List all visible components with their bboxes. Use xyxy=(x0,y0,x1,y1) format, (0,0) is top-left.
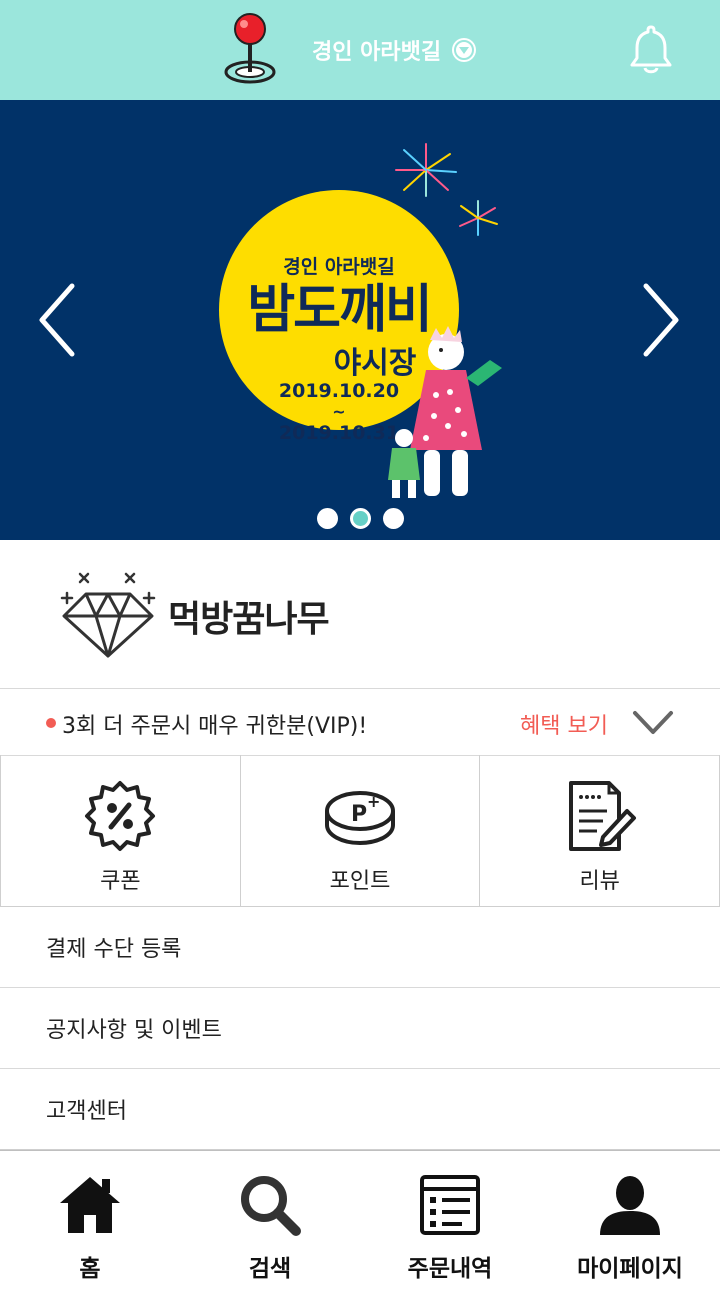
nav-orders-label: 주문내역 xyxy=(407,1256,493,1282)
poster-subtitle: 경인 아라뱃길 xyxy=(283,256,395,278)
vip-banner: 3회 더 주문시 매우 귀한분(VIP)! 혜택 보기 xyxy=(0,688,720,756)
brand-name: 먹방꿈나무 xyxy=(168,599,330,640)
carousel-dot-3[interactable] xyxy=(382,508,404,529)
dropdown-icon[interactable] xyxy=(451,37,477,63)
nav-orders[interactable]: 주문내역 xyxy=(360,1151,540,1300)
carousel-dot-2[interactable] xyxy=(349,508,371,529)
point-button[interactable]: P + 포인트 xyxy=(239,755,480,906)
bullet-dot-icon xyxy=(46,718,56,728)
chevron-down-icon[interactable] xyxy=(632,710,674,736)
diamond-icon xyxy=(60,572,156,658)
menu-item-notice[interactable]: 공지사항 및 이벤트 xyxy=(0,988,720,1069)
nav-search[interactable]: 검색 xyxy=(180,1151,360,1300)
order-list-icon xyxy=(420,1175,480,1235)
event-banner[interactable]: 경인 아라뱃길 밤도깨비 야시장 2019.10.20 ~ 2019.10.31 xyxy=(0,100,720,540)
brand-section: 먹방꿈나무 xyxy=(0,540,720,688)
location-name[interactable]: 경인 아라뱃길 xyxy=(312,34,441,66)
menu-list: 결제 수단 등록 공지사항 및 이벤트 고객센터 xyxy=(0,907,720,1150)
nav-home[interactable]: 홈 xyxy=(0,1151,180,1300)
coupon-button[interactable]: 쿠폰 xyxy=(0,755,240,906)
location-pin-icon[interactable] xyxy=(220,12,280,88)
benefit-grid: 쿠폰 P + 포인트 리뷰 xyxy=(0,755,720,907)
firework-small-icon xyxy=(459,200,498,236)
nav-mypage[interactable]: 마이페이지 xyxy=(540,1151,720,1300)
carousel-dots xyxy=(0,508,720,529)
review-button[interactable]: 리뷰 xyxy=(479,755,720,906)
chevron-left-icon[interactable] xyxy=(34,280,78,360)
review-label: 리뷰 xyxy=(579,869,620,894)
point-label: 포인트 xyxy=(329,869,391,894)
top-header: 경인 아라뱃길 xyxy=(0,0,720,100)
nav-search-label: 검색 xyxy=(248,1256,292,1282)
svg-text:P: P xyxy=(351,802,367,827)
vip-message: 3회 더 주문시 매우 귀한분(VIP)! xyxy=(62,714,368,739)
firework-icon xyxy=(395,143,457,197)
benefit-button[interactable]: 혜택 보기 xyxy=(520,708,608,740)
coupon-label: 쿠폰 xyxy=(100,869,141,894)
bottom-navigation: 홈 검색 주문내역 마이페이지 xyxy=(0,1150,720,1300)
home-icon xyxy=(60,1177,120,1233)
goblin-illustration xyxy=(388,326,502,498)
search-icon xyxy=(241,1176,301,1236)
point-icon: P + xyxy=(325,791,395,845)
location-selector[interactable]: 경인 아라뱃길 xyxy=(312,30,477,70)
user-icon xyxy=(600,1176,660,1235)
menu-item-payment[interactable]: 결제 수단 등록 xyxy=(0,907,720,988)
review-icon xyxy=(568,781,636,851)
coupon-icon xyxy=(85,781,156,851)
banner-poster: 경인 아라뱃길 밤도깨비 야시장 2019.10.20 ~ 2019.10.31 xyxy=(200,140,520,510)
nav-home-label: 홈 xyxy=(79,1256,101,1282)
chevron-right-icon[interactable] xyxy=(640,280,684,360)
notification-bell-icon[interactable] xyxy=(628,24,674,76)
nav-mypage-label: 마이페이지 xyxy=(577,1256,683,1282)
menu-item-support[interactable]: 고객센터 xyxy=(0,1069,720,1150)
carousel-dot-1[interactable] xyxy=(316,508,338,529)
svg-text:+: + xyxy=(367,792,380,811)
